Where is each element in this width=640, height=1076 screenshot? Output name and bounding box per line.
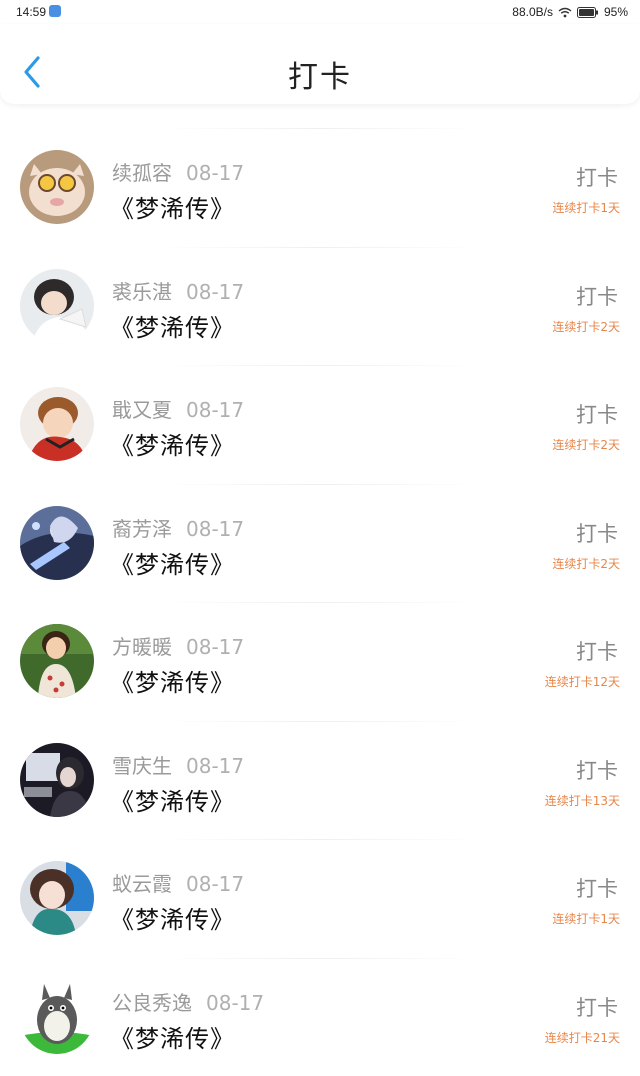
checkin-button[interactable]: 打卡	[576, 162, 618, 192]
list-item[interactable]: 雪庆生08-17 《梦浠传》 打卡 连续打卡13天	[0, 721, 640, 840]
list-item[interactable]: 蚁云霞08-17 《梦浠传》 打卡 连续打卡1天	[0, 839, 640, 958]
user-name: 雪庆生08-17	[112, 750, 244, 779]
avatar[interactable]	[20, 150, 94, 224]
divider	[160, 839, 480, 840]
streak-text: 连续打卡2天	[552, 318, 620, 335]
book-title: 《梦浠传》	[110, 900, 235, 935]
divider	[160, 128, 480, 129]
status-right: 88.0B/s 95%	[512, 5, 628, 19]
user-name: 续孤容08-17	[112, 157, 244, 186]
avatar[interactable]	[20, 743, 94, 817]
avatar[interactable]	[20, 387, 94, 461]
app-notification-icon	[49, 5, 61, 17]
list-item[interactable]: 裘乐湛08-17 《梦浠传》 打卡 连续打卡2天	[0, 247, 640, 366]
user-name: 裔芳泽08-17	[112, 513, 244, 542]
divider	[160, 484, 480, 485]
avatar[interactable]	[20, 506, 94, 580]
page-title: 打卡	[0, 52, 640, 96]
book-title: 《梦浠传》	[110, 189, 235, 224]
checkin-date: 08-17	[186, 517, 244, 541]
checkin-date: 08-17	[186, 398, 244, 422]
checkin-date: 08-17	[206, 991, 264, 1015]
checkin-button[interactable]: 打卡	[576, 518, 618, 548]
checkin-button[interactable]: 打卡	[576, 755, 618, 785]
user-name: 公良秀逸08-17	[112, 987, 264, 1016]
network-speed: 88.0B/s	[512, 5, 553, 19]
streak-text: 连续打卡1天	[552, 910, 620, 927]
checkin-list: 续孤容08-17 《梦浠传》 打卡 连续打卡1天 裘乐湛08-17 《梦浠传》 …	[0, 128, 640, 1076]
list-item[interactable]: 方暖暖08-17 《梦浠传》 打卡 连续打卡12天	[0, 602, 640, 721]
checkin-date: 08-17	[186, 872, 244, 896]
checkin-date: 08-17	[186, 754, 244, 778]
checkin-date: 08-17	[186, 635, 244, 659]
checkin-button[interactable]: 打卡	[576, 873, 618, 903]
checkin-button[interactable]: 打卡	[576, 992, 618, 1022]
divider	[160, 602, 480, 603]
streak-text: 连续打卡12天	[545, 673, 620, 690]
checkin-button[interactable]: 打卡	[576, 281, 618, 311]
streak-text: 连续打卡13天	[545, 792, 620, 809]
avatar[interactable]	[20, 624, 94, 698]
book-title: 《梦浠传》	[110, 782, 235, 817]
avatar[interactable]	[20, 269, 94, 343]
avatar[interactable]	[20, 861, 94, 935]
divider	[160, 958, 480, 959]
avatar[interactable]	[20, 980, 94, 1054]
book-title: 《梦浠传》	[110, 545, 235, 580]
battery-icon	[577, 7, 599, 18]
status-bar: 14:59 88.0B/s 95%	[0, 0, 640, 24]
user-name: 裘乐湛08-17	[112, 276, 244, 305]
streak-text: 连续打卡2天	[552, 555, 620, 572]
streak-text: 连续打卡1天	[552, 199, 620, 216]
wifi-icon	[558, 7, 572, 18]
list-item[interactable]: 公良秀逸08-17 《梦浠传》 打卡 连续打卡21天	[0, 958, 640, 1076]
divider	[160, 721, 480, 722]
divider	[160, 247, 480, 248]
battery-level: 95%	[604, 5, 628, 19]
streak-text: 连续打卡21天	[545, 1029, 620, 1046]
streak-text: 连续打卡2天	[552, 436, 620, 453]
book-title: 《梦浠传》	[110, 426, 235, 461]
user-name: 蚁云霞08-17	[112, 868, 244, 897]
checkin-button[interactable]: 打卡	[576, 399, 618, 429]
divider	[160, 365, 480, 366]
list-item[interactable]: 戢又夏08-17 《梦浠传》 打卡 连续打卡2天	[0, 365, 640, 484]
user-name: 方暖暖08-17	[112, 631, 244, 660]
checkin-date: 08-17	[186, 161, 244, 185]
book-title: 《梦浠传》	[110, 663, 235, 698]
list-item[interactable]: 裔芳泽08-17 《梦浠传》 打卡 连续打卡2天	[0, 484, 640, 603]
status-time: 14:59	[16, 5, 46, 19]
header: 打卡	[0, 24, 640, 104]
user-name: 戢又夏08-17	[112, 394, 244, 423]
checkin-button[interactable]: 打卡	[576, 636, 618, 666]
list-item[interactable]: 续孤容08-17 《梦浠传》 打卡 连续打卡1天	[0, 128, 640, 247]
book-title: 《梦浠传》	[110, 308, 235, 343]
checkin-date: 08-17	[186, 280, 244, 304]
book-title: 《梦浠传》	[110, 1019, 235, 1054]
